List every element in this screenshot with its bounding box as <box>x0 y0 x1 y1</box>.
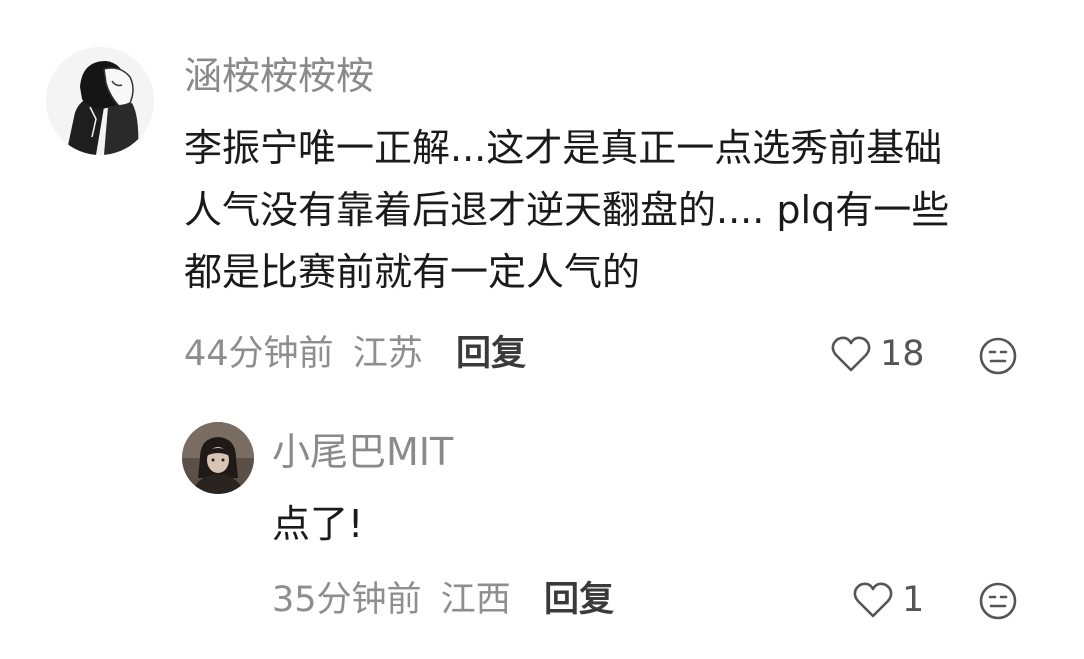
comment-content-line: 李振宁唯一正解...这才是真正一点选秀前基础 <box>184 126 943 170</box>
avatar-image <box>182 422 254 494</box>
reply-time: 35分钟前 <box>272 580 422 620</box>
comment-username[interactable]: 涵桉桉桉桉 <box>184 57 374 95</box>
emoji-button[interactable] <box>978 336 1018 376</box>
reply-button[interactable]: 回复 <box>456 337 526 372</box>
like-count: 1 <box>902 579 925 620</box>
emoji-face-icon <box>979 337 1017 375</box>
emoji-button[interactable] <box>978 581 1018 621</box>
heart-outline-icon <box>831 336 871 372</box>
avatar[interactable] <box>182 422 254 494</box>
emoji-face-icon <box>979 582 1017 620</box>
comment-content-line: 都是比赛前就有一定人气的 <box>184 250 641 294</box>
reply-meta: 35分钟前 江西 <box>272 583 511 618</box>
like-count: 18 <box>880 333 925 374</box>
comment-content-line: 人气没有靠着后退才逆天翻盘的.... plq有一些 <box>184 188 950 232</box>
like-button[interactable]: 1 <box>852 581 924 619</box>
reply-button[interactable]: 回复 <box>544 583 614 618</box>
reply-content: 点了! <box>272 502 364 546</box>
comment-location: 江苏 <box>352 334 423 374</box>
comment-time: 44分钟前 <box>184 334 334 374</box>
like-button[interactable]: 18 <box>830 335 925 373</box>
comment-meta: 44分钟前 江苏 <box>184 337 423 372</box>
reply-username[interactable]: 小尾巴MIT <box>272 433 453 471</box>
avatar[interactable] <box>46 47 154 155</box>
reply-location: 江西 <box>440 580 511 620</box>
avatar-image <box>46 47 154 155</box>
heart-outline-icon <box>853 582 893 618</box>
comment-content: 李振宁唯一正解...这才是真正一点选秀前基础 人气没有靠着后退才逆天翻盘的...… <box>184 117 949 303</box>
